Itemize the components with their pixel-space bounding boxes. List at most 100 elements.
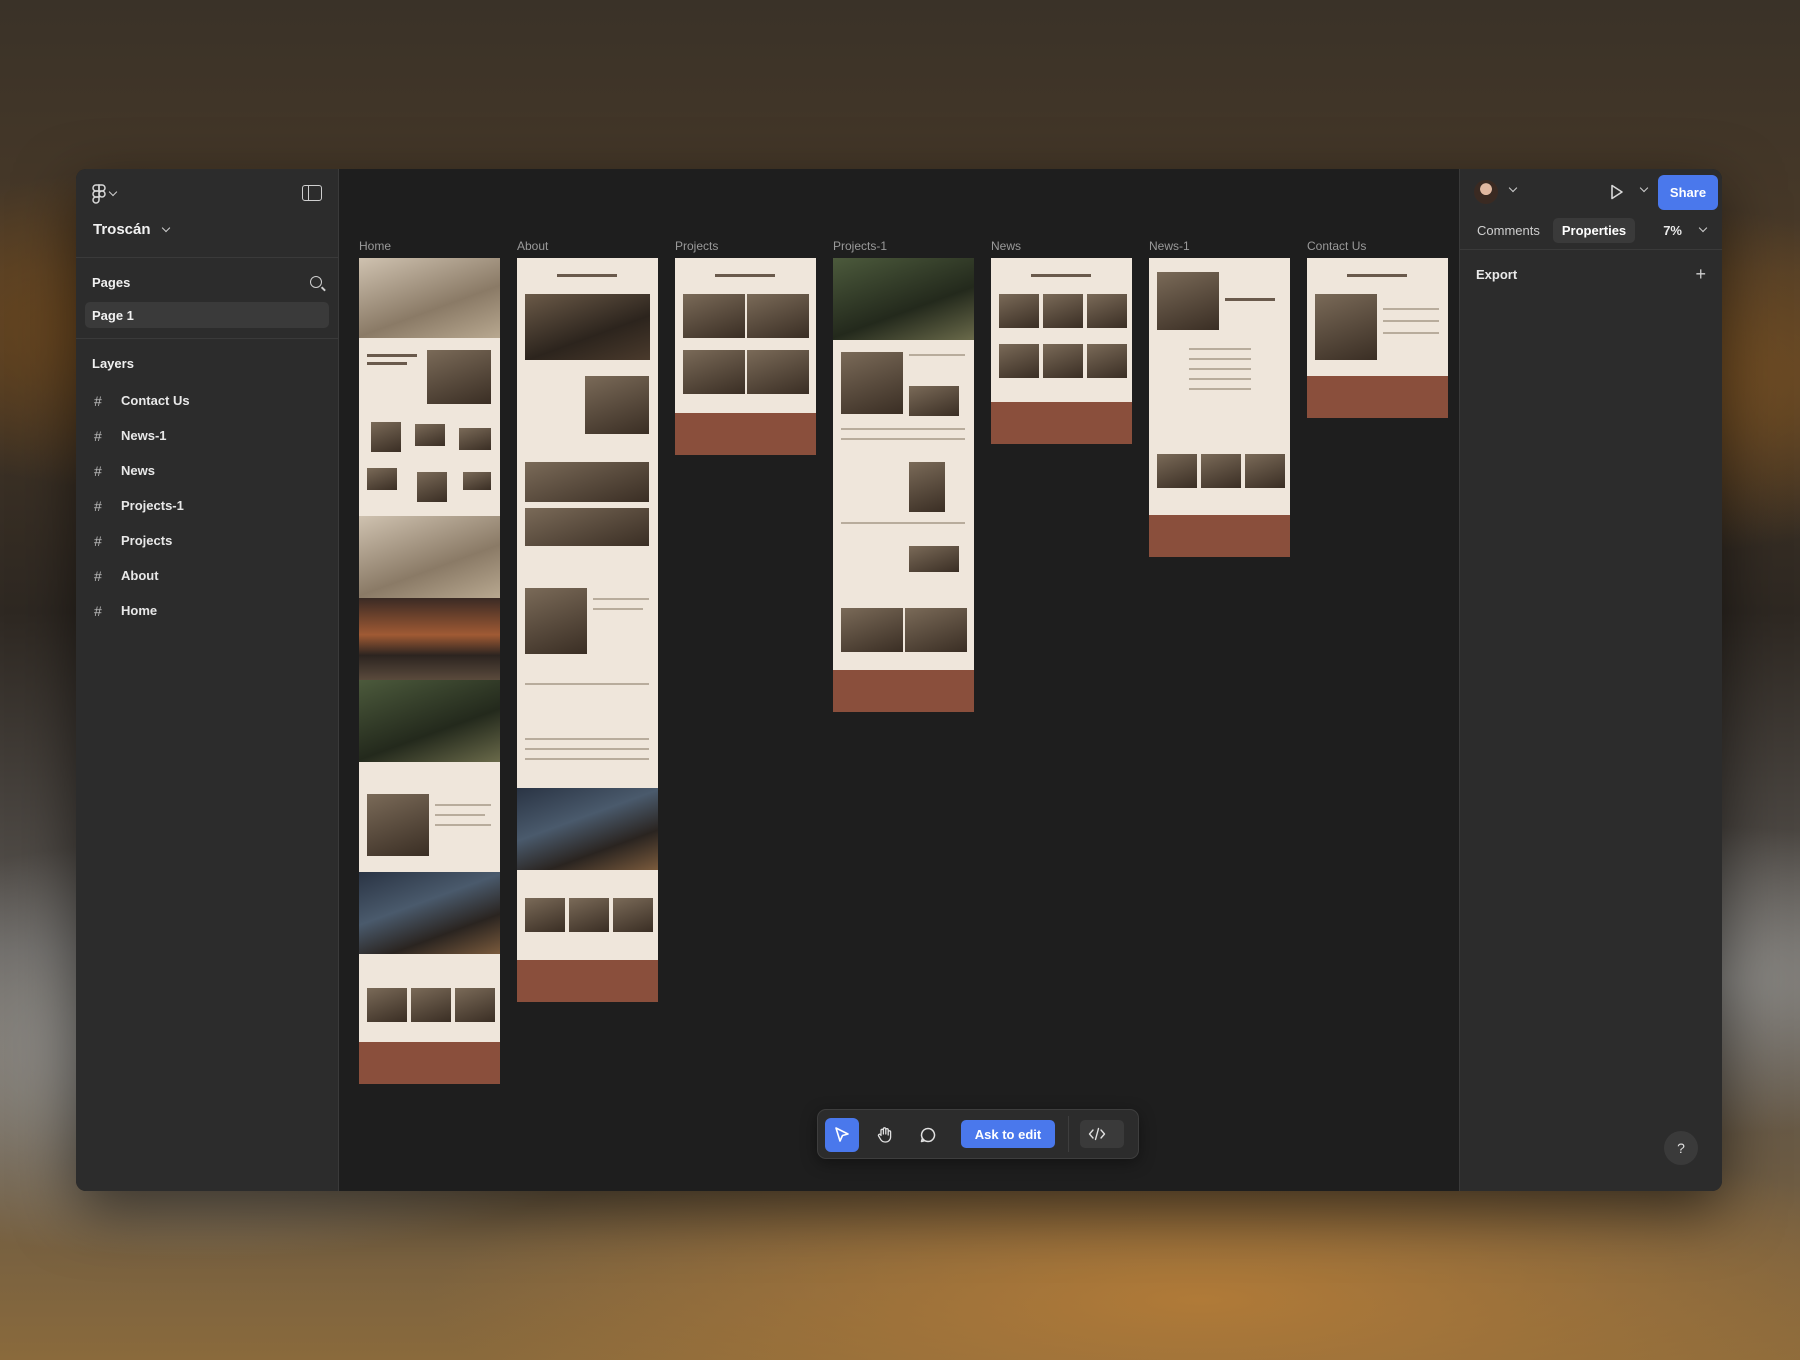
frame-news[interactable] [991, 258, 1132, 444]
frame-hash-icon: # [94, 602, 102, 619]
frame-hash-icon: # [94, 462, 102, 479]
text-block [557, 274, 617, 277]
tab-comments[interactable]: Comments [1468, 218, 1549, 243]
thumbnail [463, 472, 491, 490]
layer-projects-1[interactable]: # Projects-1 [76, 488, 338, 523]
frame-label-about[interactable]: About [517, 239, 548, 253]
page-item-label: Page 1 [92, 307, 134, 323]
frame-hash-icon: # [94, 567, 102, 584]
thumbnail [999, 294, 1039, 328]
sidebar-toggle-icon[interactable] [302, 185, 322, 201]
comment-tool-button[interactable] [911, 1118, 945, 1152]
layer-home[interactable]: # Home [76, 593, 338, 628]
thumbnail [613, 898, 653, 932]
text-line [593, 608, 643, 610]
text-line [525, 683, 649, 685]
move-tool-button[interactable] [825, 1118, 859, 1152]
thumbnail [999, 344, 1039, 378]
frame-footer [991, 402, 1132, 444]
layer-label: Home [121, 603, 158, 618]
project-name-button[interactable]: Troscán [93, 221, 170, 238]
text-line [435, 814, 485, 816]
thumbnail [417, 472, 447, 502]
bottom-toolbar: Ask to edit [817, 1109, 1139, 1159]
frame-footer [1307, 376, 1448, 418]
export-section: Export + [1460, 250, 1722, 298]
text-line [435, 804, 491, 806]
layer-about[interactable]: # About [76, 558, 338, 593]
text-line [841, 428, 965, 430]
text-line [593, 598, 649, 600]
text-block [367, 354, 417, 357]
canvas[interactable]: Home About Projects Projects-1 News News… [339, 169, 1459, 1191]
ask-to-edit-button[interactable]: Ask to edit [961, 1120, 1055, 1148]
project-name: Troscán [93, 221, 151, 238]
main-menu-button[interactable] [92, 183, 124, 205]
layer-news-1[interactable]: # News-1 [76, 418, 338, 453]
thumbnail [747, 294, 809, 338]
thumbnail [1043, 294, 1083, 328]
text-line [525, 738, 649, 740]
text-line [1189, 348, 1251, 350]
frame-about[interactable] [517, 258, 658, 1002]
move-tool-icon [835, 1127, 849, 1142]
frame-hash-icon: # [94, 532, 102, 549]
thumbnail [1245, 454, 1285, 488]
frame-label-news[interactable]: News [991, 239, 1021, 253]
page-item-page-1[interactable]: Page 1 [85, 302, 329, 328]
thumbnail [1087, 344, 1127, 378]
text-block [1347, 274, 1407, 277]
thumbnail [411, 988, 451, 1022]
frame-label-projects-1[interactable]: Projects-1 [833, 239, 887, 253]
layer-label: News-1 [121, 428, 167, 443]
text-block [715, 274, 775, 277]
divider [76, 338, 338, 339]
thumbnail [905, 608, 967, 652]
frame-news-1[interactable] [1149, 258, 1290, 557]
frame-projects-1[interactable] [833, 258, 974, 712]
thumbnail [367, 794, 429, 856]
text-line [1189, 388, 1251, 390]
text-line [1189, 358, 1251, 360]
thumbnail [747, 350, 809, 394]
zoom-control[interactable]: 7% [1663, 223, 1714, 238]
chevron-down-icon [1698, 223, 1708, 233]
thumbnail [1315, 294, 1377, 360]
frame-footer [517, 960, 658, 1002]
thumbnail [367, 468, 397, 490]
frame-label-home[interactable]: Home [359, 239, 391, 253]
thumbnail [909, 546, 959, 572]
text-line [841, 522, 965, 524]
frame-label-news-1[interactable]: News-1 [1149, 239, 1190, 253]
chevron-down-icon[interactable] [1508, 183, 1518, 193]
left-panel: Troscán Pages Page 1 Layers # Contact Us … [76, 169, 339, 1191]
frame-label-projects[interactable]: Projects [675, 239, 718, 253]
chevron-down-icon[interactable] [1639, 183, 1649, 193]
frame-contact-us[interactable] [1307, 258, 1448, 418]
frame-hash-icon: # [94, 427, 102, 444]
plus-icon[interactable]: + [1695, 264, 1706, 285]
frame-label-contact-us[interactable]: Contact Us [1307, 239, 1366, 253]
hand-tool-button[interactable] [868, 1118, 902, 1152]
layer-label: News [121, 463, 155, 478]
thumbnail [427, 350, 491, 404]
share-button[interactable]: Share [1658, 175, 1718, 210]
avatar[interactable] [1474, 180, 1498, 204]
layer-news[interactable]: # News [76, 453, 338, 488]
layer-projects[interactable]: # Projects [76, 523, 338, 558]
help-icon[interactable]: ? [1664, 1131, 1698, 1165]
frame-projects[interactable] [675, 258, 816, 455]
play-icon[interactable] [1610, 184, 1624, 200]
thumbnail [455, 988, 495, 1022]
layer-contact-us[interactable]: # Contact Us [76, 383, 338, 418]
dev-mode-toggle[interactable] [1080, 1120, 1124, 1148]
pages-heading: Pages [92, 274, 131, 290]
search-icon[interactable] [310, 276, 322, 288]
thumbnail [841, 608, 903, 652]
tab-properties[interactable]: Properties [1552, 217, 1636, 243]
frame-home[interactable] [359, 258, 500, 1084]
thumbnail [459, 428, 491, 450]
thumbnail [525, 898, 565, 932]
team-grid [525, 462, 649, 502]
text-line [525, 748, 649, 750]
